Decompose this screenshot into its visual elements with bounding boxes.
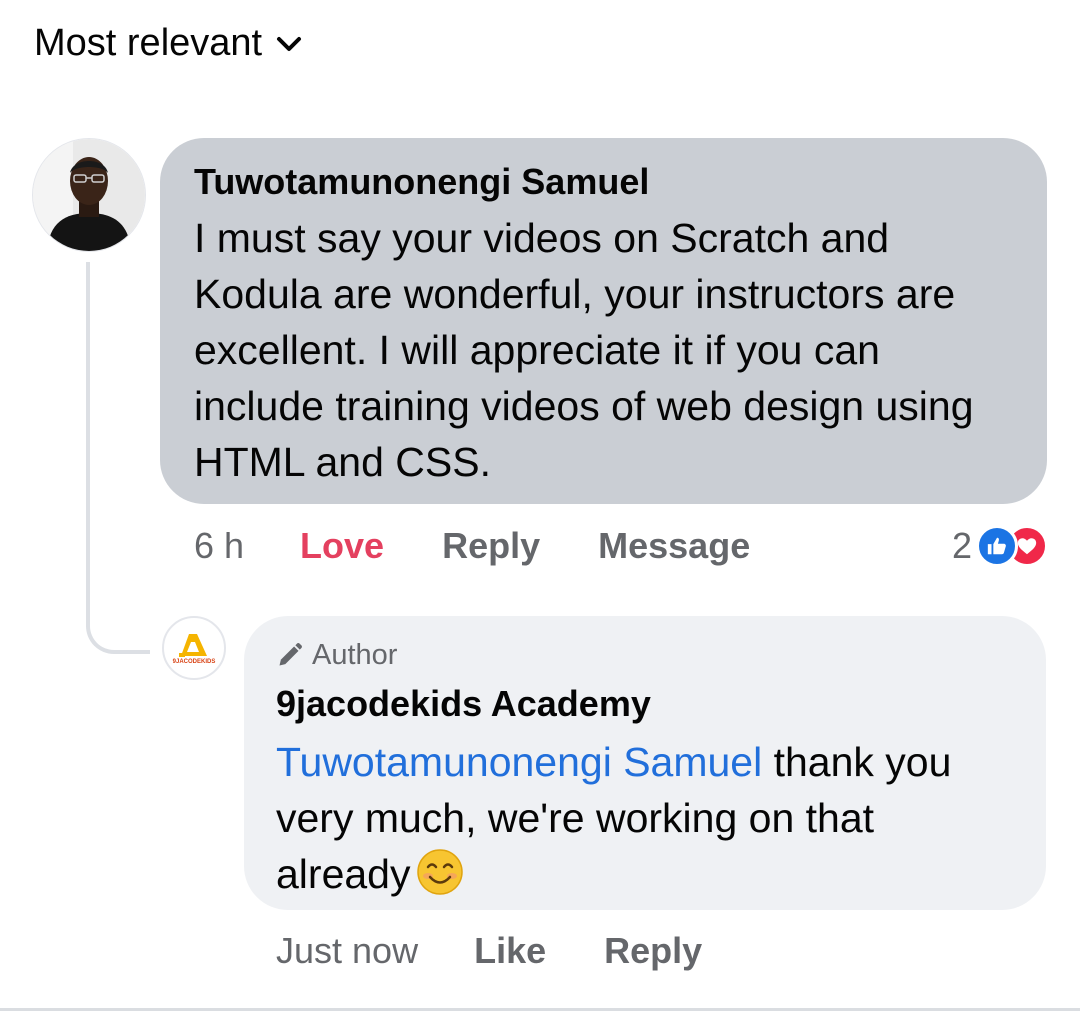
smiling-face-emoji-icon: [417, 849, 464, 895]
sort-label: Most relevant: [34, 22, 263, 64]
reply-timestamp[interactable]: Just now: [276, 927, 418, 975]
pencil-icon: [279, 643, 302, 666]
like-icon: [976, 525, 1018, 567]
mention-link[interactable]: Tuwotamunonengi Samuel: [276, 739, 762, 785]
comments-section: Most relevant Tuwotamunonengi Samuel I m…: [0, 0, 1080, 1015]
comment-bubble: Tuwotamunonengi Samuel I must say your v…: [160, 138, 1047, 504]
comment-author-name[interactable]: Tuwotamunonengi Samuel: [194, 160, 1017, 204]
reply-button[interactable]: Reply: [604, 927, 702, 975]
reply-button[interactable]: Reply: [442, 522, 540, 570]
comment-actions: 6 h Love Reply Message: [194, 522, 750, 570]
sort-dropdown[interactable]: Most relevant: [34, 22, 302, 65]
page-avatar[interactable]: 9JACODEKIDS: [162, 616, 226, 680]
author-badge-label: Author: [312, 639, 398, 671]
author-badge: Author: [276, 636, 1016, 674]
reply-author-name[interactable]: 9jacodekids Academy: [276, 682, 1016, 726]
reply-text: Tuwotamunonengi Samuel thank you very mu…: [276, 734, 1016, 902]
chevron-down-icon: [277, 36, 302, 51]
profile-photo-icon: [33, 139, 145, 251]
reaction-summary[interactable]: 2: [952, 522, 1048, 570]
avatar[interactable]: [32, 138, 146, 252]
reply-bubble: Author 9jacodekids Academy Tuwotamunonen…: [244, 616, 1046, 910]
reaction-count: 2: [951, 525, 972, 566]
comment-text: I must say your videos on Scratch and Ko…: [194, 215, 974, 485]
academy-logo-icon: [179, 633, 207, 657]
logo-text: 9JACODEKIDS: [172, 658, 216, 665]
message-button[interactable]: Message: [598, 522, 750, 570]
thread-connector-line: [86, 262, 150, 654]
comment-timestamp[interactable]: 6 h: [194, 522, 244, 570]
love-reaction-button[interactable]: Love: [300, 522, 384, 570]
like-button[interactable]: Like: [474, 927, 546, 975]
divider: [0, 1008, 1080, 1011]
reply-actions: Just now Like Reply: [276, 927, 702, 975]
